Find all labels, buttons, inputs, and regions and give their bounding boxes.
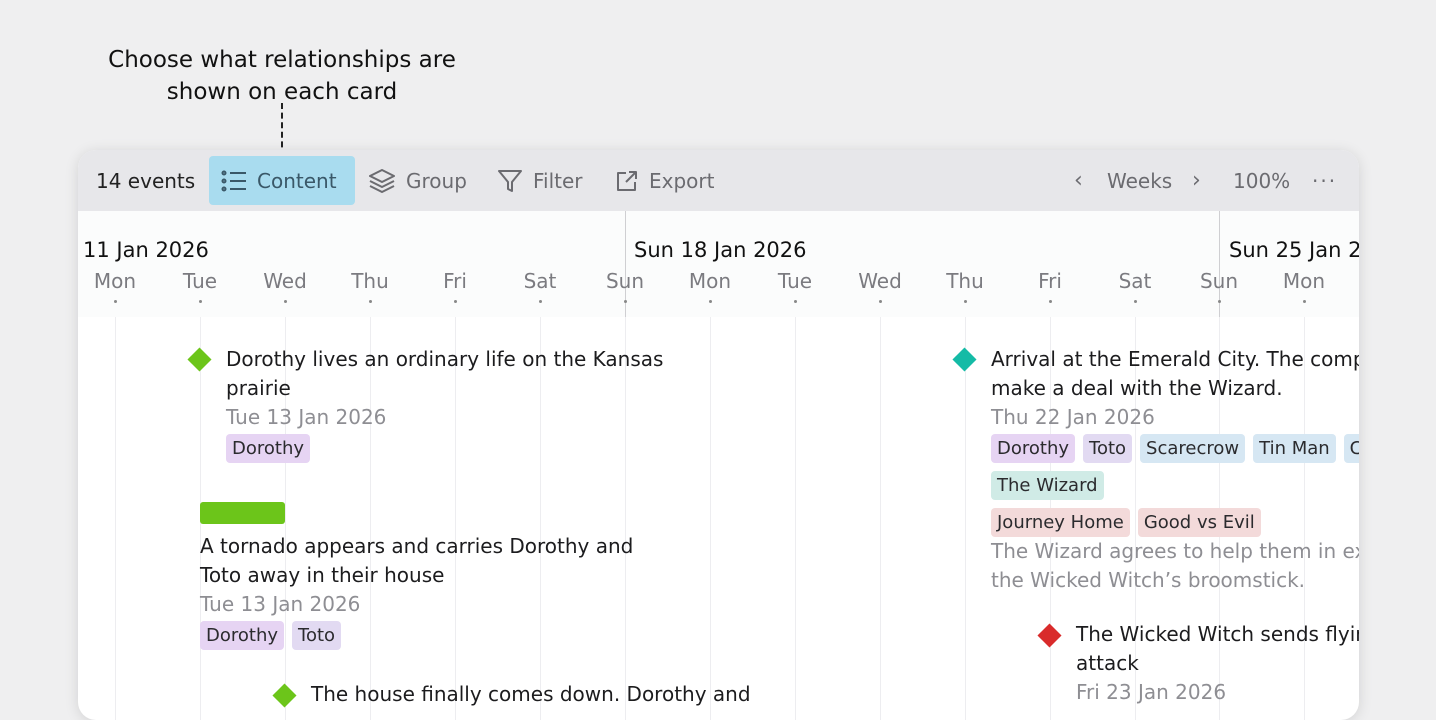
export-button-label: Export <box>649 168 715 193</box>
day-label: Wed <box>245 269 325 303</box>
previous-period-button[interactable]: ‹ <box>1074 156 1083 205</box>
event-title: The Wicked Witch sends flyin <box>1076 622 1359 646</box>
week-label: Sun 25 Jan 2026 <box>1229 238 1359 262</box>
event-tags: Journey Home Good vs Evil <box>991 508 1359 537</box>
event-card[interactable]: Dorothy lives an ordinary life on the Ka… <box>226 345 686 463</box>
event-marker-icon[interactable] <box>187 347 212 372</box>
tag-dorothy[interactable]: Dorothy <box>226 434 311 463</box>
day-label: Sat <box>1095 269 1175 303</box>
timeline-header: 11 Jan 2026 Sun 18 Jan 2026 Sun 25 Jan 2… <box>78 211 1359 317</box>
help-callout: Choose what relationships are shown on e… <box>82 44 482 108</box>
event-card[interactable]: Arrival at the Emerald City. The compa m… <box>991 345 1359 595</box>
tag-journey-home[interactable]: Journey Home <box>991 508 1130 537</box>
tag-the-wizard[interactable]: The Wizard <box>991 471 1104 500</box>
content-button[interactable]: Content <box>209 156 355 205</box>
scale-selector[interactable]: Weeks <box>1107 156 1172 205</box>
day-label: Mon <box>1264 269 1344 303</box>
grid-line <box>710 317 711 720</box>
group-button[interactable]: Group <box>368 156 467 205</box>
day-label: Sun <box>585 269 665 303</box>
event-tags: Dorothy Toto <box>200 621 660 650</box>
day-label: Thu <box>925 269 1005 303</box>
event-title: A tornado appears and carries Dorothy an… <box>200 534 634 558</box>
week-label: Sun 18 Jan 2026 <box>634 238 807 262</box>
event-tags: Dorothy Toto Scarecrow Tin Man Cowardly … <box>991 434 1359 463</box>
event-description: The Wizard agrees to help them in exc <box>991 539 1359 563</box>
callout-line-1: Choose what relationships are <box>108 47 456 73</box>
week-label: 11 Jan 2026 <box>83 238 209 262</box>
event-date: Thu 22 Jan 2026 <box>991 405 1155 429</box>
filter-button[interactable]: Filter <box>497 156 583 205</box>
tag-toto[interactable]: Toto <box>1083 434 1133 463</box>
event-title: Dorothy lives an ordinary life on the Ka… <box>226 347 664 371</box>
next-period-button[interactable]: › <box>1192 156 1201 205</box>
event-marker-icon[interactable] <box>1037 623 1062 648</box>
event-tags: The Wizard <box>991 471 1359 500</box>
event-marker-icon[interactable] <box>952 347 977 372</box>
external-link-icon <box>617 170 637 191</box>
day-label: Tue <box>755 269 835 303</box>
tag-toto[interactable]: Toto <box>292 621 342 650</box>
tag-good-vs-evil[interactable]: Good vs Evil <box>1137 508 1261 537</box>
tag-cowardly-lion[interactable]: Cowardly Lion <box>1343 434 1359 463</box>
event-description: the Wicked Witch’s broomstick. <box>991 568 1306 592</box>
event-card[interactable]: The house finally comes down. Dorothy an… <box>311 680 771 709</box>
export-button[interactable]: Export <box>615 156 714 205</box>
zoom-level[interactable]: 100% <box>1233 156 1290 205</box>
day-label: Tue <box>160 269 240 303</box>
funnel-icon <box>498 169 522 192</box>
grid-line <box>965 317 966 720</box>
event-title: The house finally comes down. Dorothy an… <box>311 682 751 706</box>
event-card[interactable]: The Wicked Witch sends flyin attack Fri … <box>1076 620 1359 707</box>
day-label: Fri <box>415 269 495 303</box>
event-title: Toto away in their house <box>200 563 445 587</box>
event-date: Fri 23 Jan 2026 <box>1076 680 1227 704</box>
grid-line <box>880 317 881 720</box>
toolbar: 14 events Content Group Filter Export ‹ … <box>78 150 1359 211</box>
day-label: Sat <box>500 269 580 303</box>
day-label: Fri <box>1010 269 1090 303</box>
callout-pointer <box>281 103 283 157</box>
event-marker-icon[interactable] <box>272 683 297 708</box>
day-label: Wed <box>840 269 920 303</box>
list-icon <box>221 170 246 191</box>
tag-tin-man[interactable]: Tin Man <box>1253 434 1336 463</box>
grid-line <box>795 317 796 720</box>
event-date: Tue 13 Jan 2026 <box>200 592 361 616</box>
event-title: attack <box>1076 651 1139 675</box>
tag-scarecrow[interactable]: Scarecrow <box>1140 434 1246 463</box>
grid-line <box>115 317 116 720</box>
event-title: make a deal with the Wizard. <box>991 376 1283 400</box>
event-duration-bar[interactable] <box>200 502 285 524</box>
group-button-label: Group <box>406 168 467 193</box>
day-label: Mon <box>670 269 750 303</box>
content-button-label: Content <box>257 168 337 193</box>
event-title: Arrival at the Emerald City. The compa <box>991 347 1359 371</box>
event-title: prairie <box>226 376 291 400</box>
event-tags: Dorothy <box>226 434 686 463</box>
day-label: Thu <box>330 269 410 303</box>
layers-icon <box>369 168 395 193</box>
filter-button-label: Filter <box>533 168 583 193</box>
timeline-window: 14 events Content Group Filter Export ‹ … <box>78 150 1359 720</box>
event-count: 14 events <box>96 168 196 193</box>
event-card[interactable]: A tornado appears and carries Dorothy an… <box>200 532 660 650</box>
event-date: Tue 13 Jan 2026 <box>226 405 387 429</box>
day-label: Mon <box>78 269 155 303</box>
tag-dorothy[interactable]: Dorothy <box>200 621 285 650</box>
more-menu-button[interactable]: ··· <box>1312 156 1337 205</box>
tag-dorothy[interactable]: Dorothy <box>991 434 1076 463</box>
day-label: Sun <box>1179 269 1259 303</box>
